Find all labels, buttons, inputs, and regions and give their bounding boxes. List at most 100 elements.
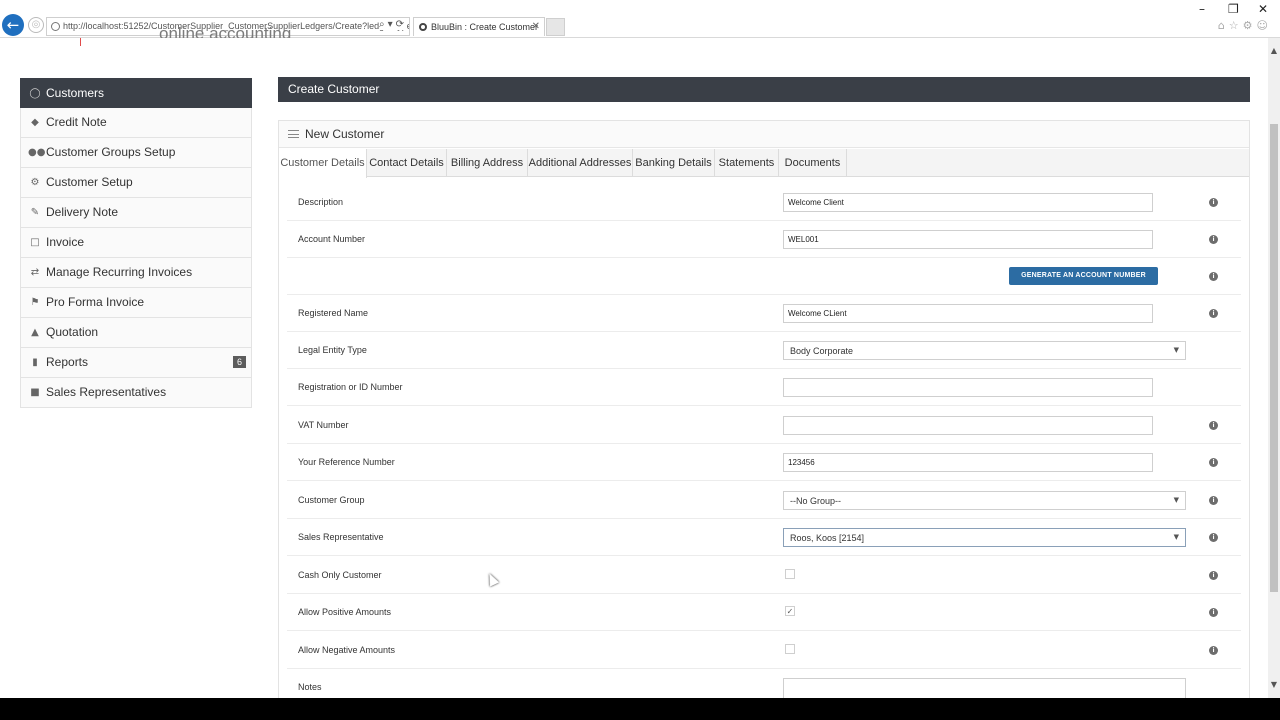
legal-entity-type-label: Legal Entity Type [298,345,367,355]
browser-tab[interactable]: BluuBin : Create Customer ✕ [413,17,545,36]
form-row-cash-only: Cash Only Customer i [287,557,1241,594]
sidebar: ◯ Customers ◆ Credit Note ●● Customer Gr… [20,78,252,408]
toolbar-icons[interactable]: ⌂☆⚙☺ [1218,19,1272,32]
form-row-vat-number: VAT Number i [287,407,1241,444]
sidebar-item-customer-setup[interactable]: ⚙ Customer Setup [20,168,252,198]
book-icon: ▮ [32,357,38,368]
account-number-input[interactable]: WEL001 [783,230,1153,249]
tab-billing-address[interactable]: Billing Address [447,149,528,177]
new-tab-button[interactable] [546,18,565,36]
sales-representative-select[interactable]: Roos, Koos [2154] ▼ [783,528,1186,547]
info-icon[interactable]: i [1209,198,1218,207]
form-row-description: Description Welcome Client i [287,184,1241,221]
vat-number-label: VAT Number [298,420,349,430]
restore-icon[interactable]: ❐ [1228,2,1239,16]
address-tools-icons[interactable]: ⌕▾⟳ [379,19,407,30]
registration-number-input[interactable] [783,378,1153,397]
sidebar-item-invoice[interactable]: □ Invoice [20,228,252,258]
compass-icon[interactable]: ◎ [28,17,44,33]
form-row-registration-number: Registration or ID Number [287,369,1241,406]
allow-negative-label: Allow Negative Amounts [298,645,396,655]
back-arrow-icon[interactable]: ← [2,14,24,36]
reference-number-label: Your Reference Number [298,457,395,467]
logo-mark [80,38,81,46]
info-icon[interactable]: i [1209,272,1218,281]
sidebar-item-reports[interactable]: ▮ Reports 6 [20,348,252,378]
form-row-customer-group: Customer Group --No Group-- ▼ i [287,482,1241,519]
customer-group-label: Customer Group [298,495,365,505]
form-row-account-number: Account Number WEL001 i [287,221,1241,258]
form-row-allow-negative: Allow Negative Amounts i [287,632,1241,669]
tag-icon: ◆ [31,117,39,128]
registered-name-input[interactable]: Welcome CLient [783,304,1153,323]
vat-number-input[interactable] [783,416,1153,435]
account-number-label: Account Number [298,234,366,244]
new-customer-card: New Customer Customer Details Contact De… [278,120,1250,720]
group-icon: ●● [28,147,46,158]
allow-positive-label: Allow Positive Amounts [298,607,392,617]
retweet-icon: ⇄ [30,267,40,278]
sidebar-item-customer-groups-setup[interactable]: ●● Customer Groups Setup [20,138,252,168]
tab-documents[interactable]: Documents [779,149,847,177]
sales-representative-value: Roos, Koos [2154] [790,533,865,543]
info-icon[interactable]: i [1209,646,1218,655]
sidebar-item-label: Credit Note [46,115,107,129]
description-input[interactable]: Welcome Client [783,193,1153,212]
sidebar-item-quotation[interactable]: ▲ Quotation [20,318,252,348]
form-row-allow-positive: Allow Positive Amounts ✓ i [287,594,1241,631]
cogs-icon: ⚙ [30,177,40,188]
tab-statements[interactable]: Statements [715,149,779,177]
cash-only-checkbox[interactable] [785,569,795,579]
close-tab-icon[interactable]: ✕ [532,21,540,32]
flag-icon: ⚑ [30,297,40,308]
info-icon[interactable]: i [1209,533,1218,542]
sidebar-item-customers[interactable]: ◯ Customers [20,78,252,108]
sidebar-item-credit-note[interactable]: ◆ Credit Note [20,108,252,138]
customer-group-select[interactable]: --No Group-- ▼ [783,491,1186,510]
info-icon[interactable]: i [1209,458,1218,467]
customers-icon: ◯ [29,88,41,99]
chevron-down-icon: ▼ [1173,346,1179,354]
info-icon[interactable]: i [1209,571,1218,580]
generate-account-number-button[interactable]: GENERATE AN ACCOUNT NUMBER [1009,267,1158,285]
sidebar-item-manage-recurring-invoices[interactable]: ⇄ Manage Recurring Invoices [20,258,252,288]
sidebar-item-delivery-note[interactable]: ✎ Delivery Note [20,198,252,228]
cash-only-label: Cash Only Customer [298,570,382,580]
close-window-icon[interactable]: ✕ [1258,2,1268,16]
sidebar-item-label: Invoice [46,235,85,249]
scroll-down-icon[interactable]: ▼ [1268,680,1280,689]
info-icon[interactable]: i [1209,608,1218,617]
registration-number-label: Registration or ID Number [298,382,403,392]
form-tabs: Customer Details Contact Details Billing… [279,149,1249,178]
info-icon[interactable]: i [1209,235,1218,244]
minimize-icon[interactable]: – [1199,2,1205,16]
sidebar-item-label: Customers [46,86,105,100]
allow-negative-checkbox[interactable] [785,644,795,654]
favicon-icon [419,23,427,31]
sidebar-item-pro-forma-invoice[interactable]: ⚑ Pro Forma Invoice [20,288,252,318]
scroll-thumb[interactable] [1270,124,1278,592]
tab-banking-details[interactable]: Banking Details [633,149,715,177]
sidebar-item-sales-representatives[interactable]: ■ Sales Representatives [20,378,252,408]
tab-additional-addresses[interactable]: Additional Addresses [528,149,633,177]
legal-entity-type-value: Body Corporate [790,346,854,356]
sidebar-item-label: Sales Representatives [46,385,167,399]
sales-representative-label: Sales Representative [298,532,384,542]
legal-entity-type-select[interactable]: Body Corporate ▼ [783,341,1186,360]
tab-customer-details[interactable]: Customer Details [279,149,367,178]
allow-positive-checkbox[interactable]: ✓ [785,606,795,616]
taskbar [0,698,1280,720]
info-icon[interactable]: i [1209,496,1218,505]
reference-number-input[interactable]: 123456 [783,453,1153,472]
chevron-down-icon: ▼ [1173,533,1179,541]
form-row-legal-entity-type: Legal Entity Type Body Corporate ▼ [287,332,1241,369]
info-icon[interactable]: i [1209,421,1218,430]
tab-contact-details[interactable]: Contact Details [367,149,447,177]
sidebar-item-label: Delivery Note [46,205,119,219]
description-label: Description [298,197,344,207]
inbox-icon: ▲ [31,327,39,338]
user-icon: ■ [30,387,40,398]
scroll-up-icon[interactable]: ▲ [1268,46,1280,55]
page-scrollbar[interactable]: ▲ ▼ [1268,38,1280,698]
info-icon[interactable]: i [1209,309,1218,318]
